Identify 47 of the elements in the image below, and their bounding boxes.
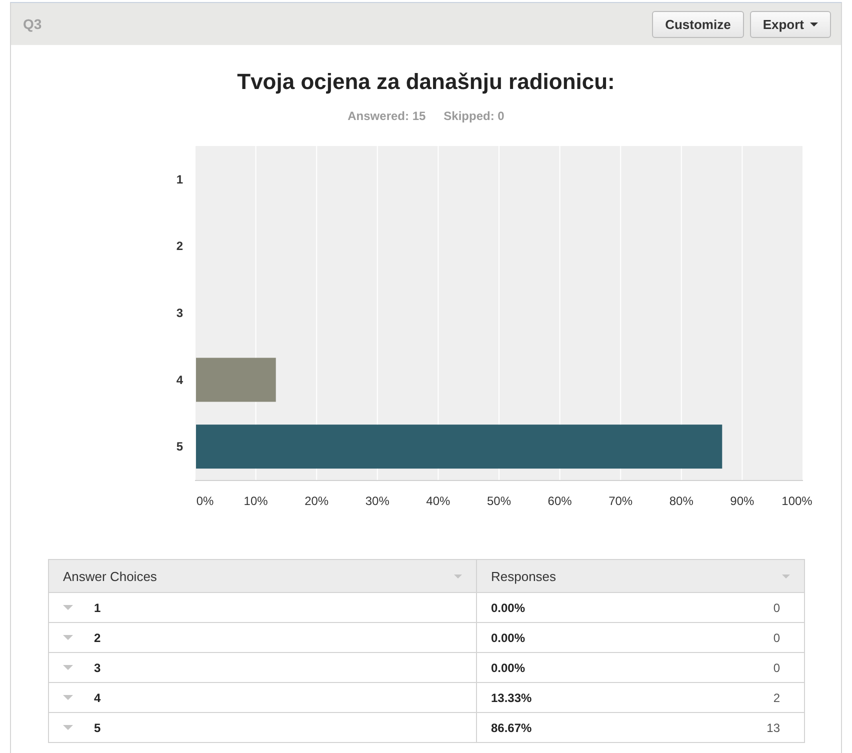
axis-label: 2 xyxy=(176,239,183,254)
percent-value: 13.33% xyxy=(491,690,532,704)
caret-icon xyxy=(454,574,462,578)
choice-label: 1 xyxy=(94,600,101,614)
choice-label: 5 xyxy=(94,720,101,734)
question-number: Q3 xyxy=(23,16,42,32)
axis-label: 30% xyxy=(365,494,390,508)
axis-label: 20% xyxy=(304,494,329,508)
axis-label: 100% xyxy=(782,494,812,508)
axis-label: 5 xyxy=(176,440,183,454)
caret-icon xyxy=(63,725,73,730)
response-stat: Answered: 15 xyxy=(348,109,426,123)
axis-label: 40% xyxy=(426,494,450,508)
response-stat: Skipped: 0 xyxy=(444,109,504,123)
caret-icon xyxy=(810,22,818,26)
axis-label: 4 xyxy=(176,372,183,387)
question-title: Tvoja ocjena za današnju radionicu: xyxy=(236,69,616,95)
axis-label: 50% xyxy=(486,494,512,508)
percent-value: 0.00% xyxy=(491,660,526,674)
response-count: 0 xyxy=(773,600,780,614)
caret-icon xyxy=(63,695,73,700)
response-count: 13 xyxy=(766,720,780,734)
caret-icon xyxy=(63,605,73,610)
export-button[interactable]: Export xyxy=(750,10,831,38)
axis-label: 70% xyxy=(608,494,633,508)
axis-label: 1 xyxy=(176,172,183,186)
axis-label: 10% xyxy=(244,494,268,508)
axis-label: 3 xyxy=(176,306,183,320)
axis-label: 60% xyxy=(548,494,572,508)
axis-label: 80% xyxy=(669,494,694,508)
response-count: 0 xyxy=(773,630,780,644)
customize-button[interactable]: Customize xyxy=(652,10,744,38)
response-count: 0 xyxy=(773,660,780,674)
percent-value: 0.00% xyxy=(491,600,526,614)
axis-label: 90% xyxy=(730,494,754,508)
caret-icon xyxy=(782,574,790,578)
column-header[interactable]: Answer Choices xyxy=(48,560,476,592)
choice-label: 2 xyxy=(94,630,101,644)
choice-label: 3 xyxy=(94,660,101,674)
percent-value: 0.00% xyxy=(491,630,526,644)
response-count: 2 xyxy=(773,690,780,704)
caret-icon xyxy=(63,665,73,670)
percent-value: 86.67% xyxy=(491,720,532,734)
caret-icon xyxy=(63,635,73,640)
column-header[interactable]: Responses xyxy=(476,560,804,592)
axis-label: 0% xyxy=(196,494,214,508)
choice-label: 4 xyxy=(94,690,101,704)
